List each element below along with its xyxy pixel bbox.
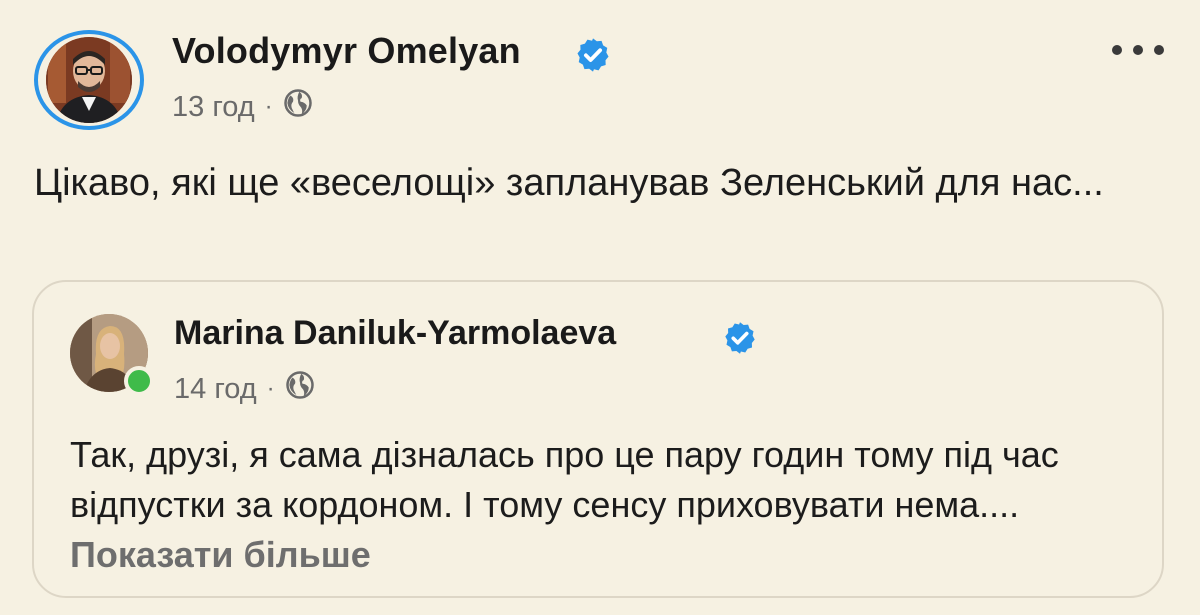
shared-post-card[interactable]: Marina Daniluk-Yarmolaeva 14 год · Так, …	[32, 280, 1164, 598]
shared-post-body: Так, друзі, я сама дізналась про це пару…	[70, 434, 1059, 525]
author-avatar[interactable]	[34, 30, 144, 130]
online-status-indicator	[124, 366, 154, 396]
facebook-post: Volodymyr Omelyan 13 год · Цікаво, які щ…	[0, 0, 1200, 615]
meta-separator: ·	[266, 375, 275, 402]
see-more-link[interactable]: Показати більше	[70, 534, 371, 575]
globe-icon[interactable]	[285, 370, 315, 408]
globe-icon[interactable]	[283, 88, 313, 126]
post-author-name[interactable]: Volodymyr Omelyan	[172, 30, 521, 72]
post-text: Цікаво, які ще «веселощі» запланував Зел…	[34, 162, 1104, 204]
shared-post-timestamp[interactable]: 14 год	[174, 373, 257, 406]
shared-author-name[interactable]: Marina Daniluk-Yarmolaeva	[174, 314, 616, 353]
meta-separator: ·	[264, 93, 273, 120]
shared-post-text: Так, друзі, я сама дізналась про це пару…	[70, 430, 1140, 580]
post-timestamp[interactable]: 13 год	[172, 91, 255, 124]
post-meta: 13 год ·	[172, 88, 313, 126]
shared-post-meta: 14 год ·	[174, 370, 315, 408]
more-dot	[1112, 45, 1122, 55]
more-dot	[1154, 45, 1164, 55]
verified-badge-icon	[574, 36, 612, 79]
verified-badge-icon	[722, 320, 758, 361]
more-dot	[1133, 45, 1143, 55]
author-photo	[46, 37, 132, 123]
more-options-icon[interactable]	[1112, 40, 1164, 60]
